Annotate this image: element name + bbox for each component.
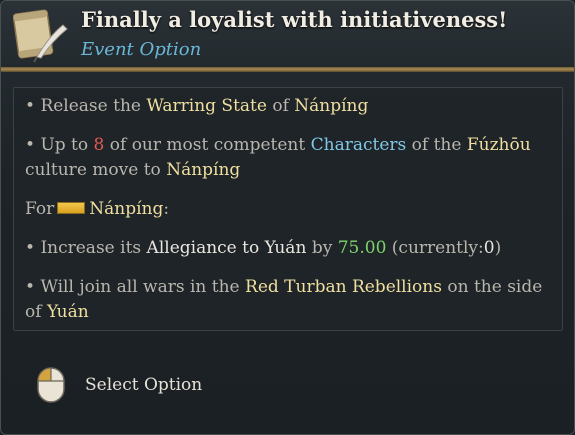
scroll-quill-icon (13, 9, 68, 63)
effect-line-characters: • Up to 8 of our most competent Characte… (25, 133, 531, 157)
effect-text: of our most competent (109, 135, 306, 155)
tooltip-header: Finally a loyalist with initiativeness! … (1, 1, 574, 67)
bullet: • (25, 96, 36, 116)
effect-text: : (163, 199, 170, 219)
warring-state-link[interactable]: Warring State (146, 96, 267, 116)
effect-text: culture move to (25, 160, 161, 180)
select-option-label: Select Option (85, 375, 203, 395)
red-turban-rebellions-link[interactable]: Red Turban Rebellions (245, 277, 442, 297)
effect-text: Release the (40, 96, 141, 116)
effect-scope-header: For Nánpíng: (25, 197, 169, 221)
allegiance-link[interactable]: Allegiance to Yuán (147, 238, 307, 258)
characters-link[interactable]: Characters (311, 135, 407, 155)
allegiance-increase-value: 75.00 (337, 238, 387, 258)
bullet: • (25, 238, 36, 258)
effect-line-release-state: • Release the Warring State of Nánpíng (25, 94, 368, 118)
header-divider (1, 67, 574, 72)
effect-line-allegiance: • Increase its Allegiance to Yuán by 75.… (25, 236, 501, 260)
effect-text: Will join all wars in the (40, 277, 240, 297)
event-option-tooltip: Finally a loyalist with initiativeness! … (0, 0, 575, 435)
effect-text: on the side (447, 277, 543, 297)
nanping-link[interactable]: Nánpíng (166, 160, 240, 180)
effect-text: of (25, 302, 42, 322)
bullet: • (25, 277, 36, 297)
event-option-title: Finally a loyalist with initiativeness! (81, 7, 508, 32)
effect-line-wars: • Will join all wars in the Red Turban R… (25, 275, 542, 299)
bullet: • (25, 135, 36, 155)
effect-text: of (272, 96, 289, 116)
effect-text: (currently: (391, 238, 484, 258)
effect-text: For (25, 199, 55, 219)
effect-text: Up to (40, 135, 89, 155)
character-count-value: 8 (93, 135, 105, 155)
effect-text: Increase its (40, 238, 142, 258)
event-option-subtitle: Event Option (81, 39, 202, 60)
effect-line-wars-cont: of Yuán (25, 300, 89, 324)
effect-line-characters-cont: culture move to Nánpíng (25, 158, 240, 182)
allegiance-current-value: 0 (483, 238, 495, 258)
yuan-link[interactable]: Yuán (47, 302, 89, 322)
left-mouse-button-icon (37, 367, 65, 403)
select-option-button[interactable]: Select Option (37, 367, 202, 403)
fuzhou-culture-link[interactable]: Fúzhōu (467, 135, 531, 155)
nanping-link[interactable]: Nánpíng (89, 199, 163, 219)
effect-text: ) (494, 238, 502, 258)
effect-text: of the (411, 135, 462, 155)
effect-text: by (311, 238, 333, 258)
nanping-flag-icon[interactable] (57, 201, 86, 214)
nanping-link[interactable]: Nánpíng (294, 96, 368, 116)
